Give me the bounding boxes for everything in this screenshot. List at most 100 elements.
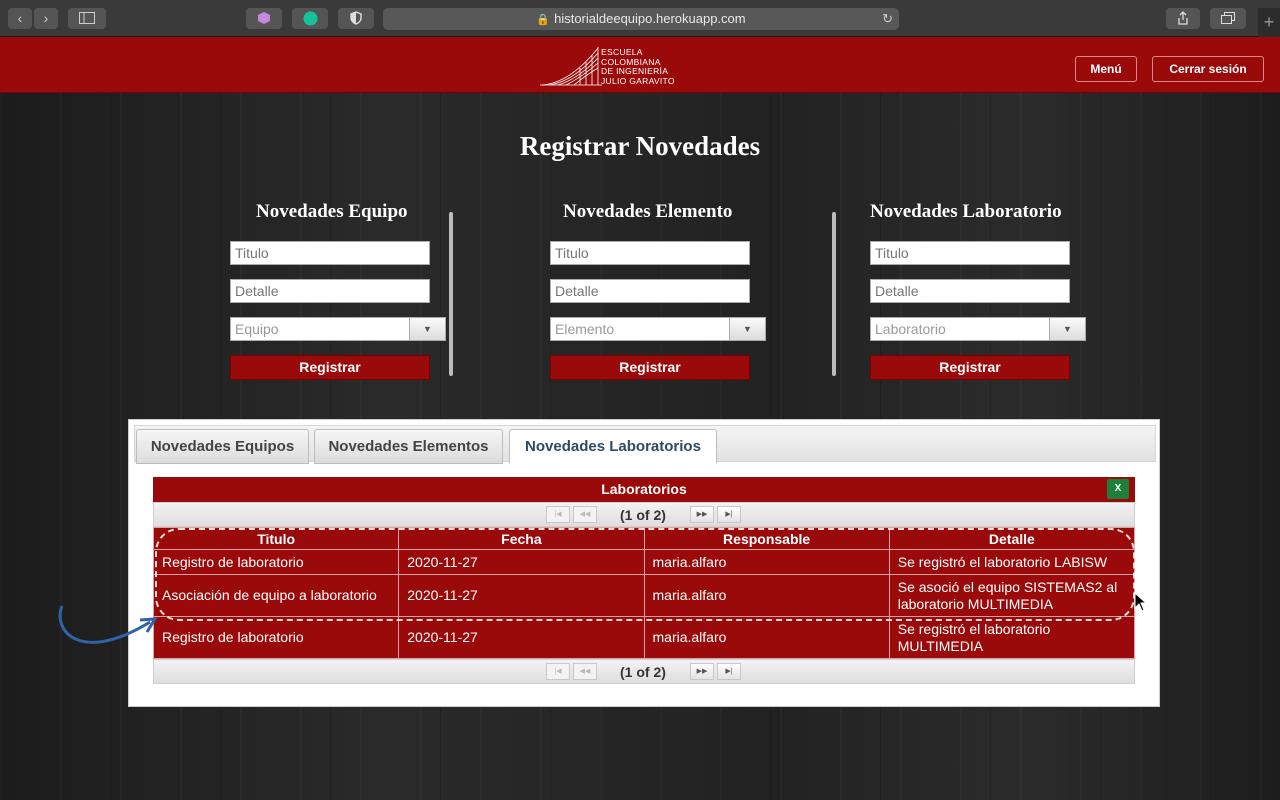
- laboratorio-select[interactable]: Laboratorio ▼: [870, 317, 1086, 341]
- next-page-icon[interactable]: ▶▶: [690, 506, 714, 523]
- first-page-icon[interactable]: |◀: [546, 506, 570, 523]
- column-header-fecha[interactable]: Fecha: [398, 527, 645, 550]
- form-novedades-elemento: Novedades Elemento Elemento ▼ Registrar: [550, 201, 790, 380]
- table-row[interactable]: Registro de laboratorio 2020-11-27 maria…: [152, 549, 1136, 575]
- table-caption: Laboratorios X: [153, 477, 1135, 502]
- tab-novedades-elementos[interactable]: Novedades Elementos: [314, 429, 503, 464]
- paginator-top: |◀ ◀◀ (1 of 2) ▶▶ ▶|: [153, 502, 1135, 527]
- select-placeholder: Elemento: [555, 321, 615, 337]
- lock-icon: 🔒: [536, 14, 551, 26]
- share-button[interactable]: [1166, 8, 1200, 29]
- page-title: Registrar Novedades: [519, 131, 761, 161]
- logout-button[interactable]: Cerrar sesión: [1152, 56, 1264, 82]
- forward-button[interactable]: ›: [34, 8, 58, 29]
- elemento-select[interactable]: Elemento ▼: [550, 317, 766, 341]
- dropdown-arrow-icon[interactable]: ▼: [729, 318, 765, 340]
- laboratorios-datatable: Laboratorios X |◀ ◀◀ (1 of 2) ▶▶ ▶| Titu…: [152, 477, 1136, 684]
- grammarly-icon: [303, 11, 317, 26]
- column-header-responsable[interactable]: Responsable: [643, 527, 890, 550]
- table-row[interactable]: Registro de laboratorio 2020-11-27 maria…: [152, 616, 1136, 659]
- titulo-input[interactable]: [550, 241, 750, 265]
- column-divider: [832, 212, 836, 376]
- prev-page-icon[interactable]: ◀◀: [573, 506, 597, 523]
- tabs-overview-button[interactable]: [1210, 8, 1246, 29]
- detalle-input[interactable]: [230, 279, 430, 303]
- prev-page-icon[interactable]: ◀◀: [573, 663, 597, 680]
- cell-responsable: maria.alfaro: [643, 549, 890, 575]
- tab-bar: Novedades Equipos Novedades Elementos No…: [134, 425, 1156, 464]
- select-placeholder: Laboratorio: [875, 321, 946, 337]
- first-page-icon[interactable]: |◀: [546, 663, 570, 680]
- form-heading: Novedades Equipo: [256, 201, 408, 222]
- form-heading: Novedades Laboratorio: [870, 201, 1062, 222]
- registrar-button[interactable]: Registrar: [870, 355, 1070, 380]
- cell-titulo: Registro de laboratorio: [152, 549, 400, 575]
- cell-responsable: maria.alfaro: [643, 616, 890, 659]
- excel-export-icon[interactable]: X: [1107, 479, 1129, 499]
- tabs-icon: [1221, 12, 1235, 24]
- cell-detalle: Se registró el laboratorio MULTIMEDIA: [888, 616, 1136, 659]
- privacy-shield-button[interactable]: [338, 8, 374, 29]
- next-page-icon[interactable]: ▶▶: [690, 663, 714, 680]
- browser-toolbar: ‹ › 🔒 historialdeequipo.herokuapp.com ↻ +: [0, 0, 1280, 37]
- cell-responsable: maria.alfaro: [643, 574, 890, 617]
- sidebar-icon: [79, 12, 95, 24]
- reload-icon[interactable]: ↻: [882, 8, 893, 30]
- extension-cube-button[interactable]: [246, 8, 282, 29]
- cell-fecha: 2020-11-27: [398, 574, 645, 617]
- site-header: ESCUELA COLOMBIANA DE INGENIERÍA JULIO G…: [0, 37, 1280, 93]
- column-header-titulo[interactable]: Titulo: [152, 527, 400, 550]
- url-text: historialdeequipo.herokuapp.com: [554, 11, 746, 26]
- back-button[interactable]: ‹: [8, 8, 32, 29]
- sidebar-toggle-button[interactable]: [68, 8, 106, 29]
- detalle-input[interactable]: [870, 279, 1070, 303]
- paginator-bottom: |◀ ◀◀ (1 of 2) ▶▶ ▶|: [153, 659, 1135, 684]
- dropdown-arrow-icon[interactable]: ▼: [1049, 318, 1085, 340]
- equipo-select[interactable]: Equipo ▼: [230, 317, 446, 341]
- cell-fecha: 2020-11-27: [398, 549, 645, 575]
- mouse-cursor-icon: [1134, 592, 1148, 612]
- menu-button[interactable]: Menú: [1075, 56, 1137, 82]
- new-tab-button[interactable]: +: [1258, 8, 1280, 37]
- registrar-button[interactable]: Registrar: [550, 355, 750, 380]
- form-novedades-equipo: Novedades Equipo Equipo ▼ Registrar: [230, 201, 470, 380]
- cell-detalle: Se asoció el equipo SISTEMAS2 al laborat…: [888, 574, 1136, 617]
- cell-fecha: 2020-11-27: [398, 616, 645, 659]
- titulo-input[interactable]: [230, 241, 430, 265]
- main-content: Registrar Novedades Novedades Equipo Equ…: [0, 93, 1280, 800]
- table-row[interactable]: Asociación de equipo a laboratorio 2020-…: [152, 574, 1136, 617]
- table-header-row: Titulo Fecha Responsable Detalle: [152, 527, 1136, 550]
- university-logo[interactable]: ESCUELA COLOMBIANA DE INGENIERÍA JULIO G…: [540, 45, 700, 87]
- share-icon: [1178, 11, 1188, 25]
- chevron-left-icon: ‹: [17, 10, 23, 26]
- logo-text: ESCUELA COLOMBIANA DE INGENIERÍA JULIO G…: [601, 47, 675, 86]
- annotation-arrow-icon: [58, 605, 158, 644]
- tab-novedades-laboratorios[interactable]: Novedades Laboratorios: [509, 429, 717, 464]
- plus-icon: +: [1263, 12, 1275, 32]
- data-table: Titulo Fecha Responsable Detalle Registr…: [152, 527, 1136, 659]
- page-indicator: (1 of 2): [620, 664, 666, 680]
- select-placeholder: Equipo: [235, 321, 279, 337]
- page-indicator: (1 of 2): [620, 507, 666, 523]
- cell-titulo: Asociación de equipo a laboratorio: [152, 574, 400, 617]
- form-novedades-laboratorio: Novedades Laboratorio Laboratorio ▼ Regi…: [870, 201, 1110, 380]
- cube-icon: [258, 12, 270, 24]
- last-page-icon[interactable]: ▶|: [717, 506, 741, 523]
- form-heading: Novedades Elemento: [563, 201, 733, 222]
- detalle-input[interactable]: [550, 279, 750, 303]
- column-header-detalle[interactable]: Detalle: [888, 527, 1136, 550]
- tab-novedades-equipos[interactable]: Novedades Equipos: [136, 429, 309, 464]
- dropdown-arrow-icon[interactable]: ▼: [409, 318, 445, 340]
- address-bar[interactable]: 🔒 historialdeequipo.herokuapp.com ↻: [383, 8, 899, 30]
- last-page-icon[interactable]: ▶|: [717, 663, 741, 680]
- grammarly-button[interactable]: [292, 8, 328, 29]
- titulo-input[interactable]: [870, 241, 1070, 265]
- registrar-button[interactable]: Registrar: [230, 355, 430, 380]
- column-divider: [449, 212, 453, 376]
- cell-detalle: Se registró el laboratorio LABISW: [888, 549, 1136, 575]
- chevron-right-icon: ›: [43, 10, 49, 26]
- logo-arches-icon: [540, 47, 602, 86]
- cell-titulo: Registro de laboratorio: [152, 616, 400, 659]
- tab-panel: Novedades Equipos Novedades Elementos No…: [128, 419, 1160, 707]
- shield-icon: [350, 11, 362, 25]
